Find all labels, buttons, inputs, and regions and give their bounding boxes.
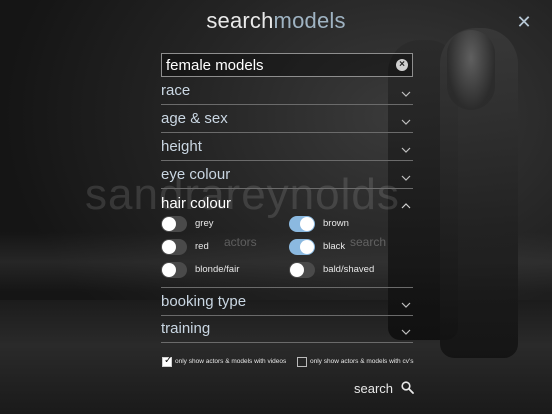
toggle-switch-brown[interactable]	[289, 216, 315, 232]
filter-videos-checkbox[interactable]: ✓	[162, 355, 173, 367]
section-label-height: height	[161, 138, 202, 155]
section-label-training: training	[161, 320, 211, 337]
chevron-down-icon	[401, 91, 411, 97]
search-input[interactable]	[166, 54, 392, 76]
filter-videos-label: only show actors & models with videos	[175, 358, 287, 365]
section-label-eye-colour: eye colour	[161, 166, 231, 183]
toggle-label-bald-shaved: bald/shaved	[323, 264, 375, 275]
section-eye-colour[interactable]: eye colour	[161, 161, 413, 189]
toggle-label-blonde-fair: blonde/fair	[195, 264, 240, 275]
toggle-switch-bald-shaved[interactable]	[289, 262, 315, 278]
section-label-booking-type: booking type	[161, 293, 247, 310]
chevron-down-icon	[401, 175, 411, 181]
checkmark-icon: ✓	[164, 355, 173, 366]
chevron-down-icon	[401, 329, 411, 335]
page-title: searchmodels	[0, 8, 552, 34]
toggle-label-black: black	[323, 241, 346, 252]
section-race[interactable]: race	[161, 79, 413, 105]
chevron-down-icon	[401, 302, 411, 308]
section-training[interactable]: training	[161, 316, 413, 343]
search-button-label: search	[354, 381, 394, 396]
title-part-search: search	[206, 8, 274, 33]
search-icon	[401, 381, 414, 394]
toggle-label-brown: brown	[323, 218, 349, 229]
filter-cvs-label: only show actors & models with cv's	[310, 358, 414, 365]
toggle-label-red: red	[195, 241, 209, 252]
section-label-hair-colour: hair colour	[161, 195, 232, 212]
section-height[interactable]: height	[161, 133, 413, 161]
chevron-up-icon	[401, 203, 411, 209]
filter-cvs-checkbox[interactable]	[297, 357, 307, 367]
toggle-switch-grey[interactable]	[161, 216, 187, 232]
clear-icon[interactable]: ×	[396, 59, 408, 71]
close-icon: ✕	[516, 12, 532, 32]
toggle-switch-black[interactable]	[289, 239, 315, 255]
chevron-down-icon	[401, 119, 411, 125]
section-booking-type[interactable]: booking type	[161, 288, 413, 316]
section-age-sex[interactable]: age & sex	[161, 105, 413, 133]
toggle-label-grey: grey	[195, 218, 214, 229]
section-label-age-sex: age & sex	[161, 110, 228, 127]
toggle-switch-red[interactable]	[161, 239, 187, 255]
close-button[interactable]: ✕	[514, 12, 534, 32]
toggle-switch-blonde-fair[interactable]	[161, 262, 187, 278]
chevron-down-icon	[401, 147, 411, 153]
title-part-models: models	[273, 8, 346, 33]
search-field[interactable]: ×	[161, 53, 413, 77]
section-label-race: race	[161, 82, 191, 99]
